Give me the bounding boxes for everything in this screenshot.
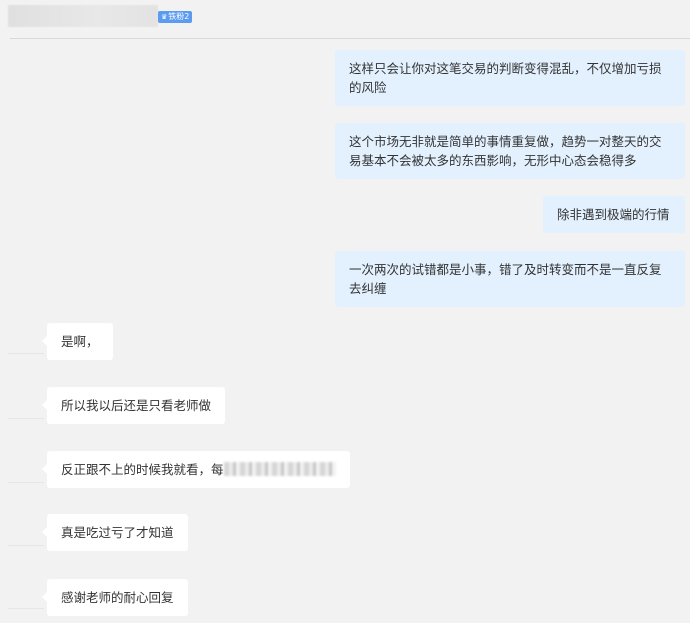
fan-level-badge: ♛ 铁粉2 (158, 11, 193, 23)
chat-header: ♛ 铁粉2 (0, 0, 690, 38)
message-text: 一次两次的试错都是小事，错了及时转变而不是一直反复去纠缠 (349, 262, 662, 296)
message-text: 所以我以后还是只看老师做 (61, 398, 212, 413)
message-text: 是啊， (61, 334, 99, 349)
avatar-placeholder (8, 353, 44, 354)
message-text: 反正跟不上的时候我就看，每 (61, 462, 224, 477)
message-text: 感谢老师的耐心回复 (61, 590, 174, 605)
contact-name-redacted[interactable] (8, 5, 158, 27)
message-bubble-incoming[interactable]: 反正跟不上的时候我就看，每 (42, 451, 350, 488)
avatar-placeholder (8, 545, 44, 546)
avatar-placeholder (8, 482, 44, 483)
message-bubble-outgoing[interactable]: 这个市场无非就是简单的事情重复做，趋势一对整天的交易基本不会被太多的东西影响，无… (335, 123, 685, 179)
message-text: 这个市场无非就是简单的事情重复做，趋势一对整天的交易基本不会被太多的东西影响，无… (349, 134, 662, 168)
message-bubble-incoming[interactable]: 感谢老师的耐心回复 (42, 579, 188, 616)
message-text: 这样只会让你对这笔交易的判断变得混乱，不仅增加亏损的风险 (349, 61, 662, 95)
badge-label: 铁粉2 (168, 12, 190, 21)
message-bubble-outgoing[interactable]: 一次两次的试错都是小事，错了及时转变而不是一直反复去纠缠 (335, 251, 685, 307)
message-text: 真是吃过亏了才知道 (61, 525, 174, 540)
header-divider (10, 38, 690, 39)
avatar-placeholder (8, 418, 44, 419)
message-bubble-outgoing[interactable]: 这样只会让你对这笔交易的判断变得混乱，不仅增加亏损的风险 (335, 50, 685, 106)
message-bubble-outgoing[interactable]: 除非遇到极端的行情 (543, 196, 685, 233)
redacted-text (223, 462, 336, 476)
message-text: 除非遇到极端的行情 (557, 207, 670, 222)
crown-icon: ♛ (161, 13, 168, 21)
message-bubble-incoming[interactable]: 是啊， (42, 323, 113, 360)
avatar-placeholder (8, 608, 44, 609)
message-bubble-incoming[interactable]: 真是吃过亏了才知道 (42, 514, 188, 551)
message-bubble-incoming[interactable]: 所以我以后还是只看老师做 (41, 387, 226, 424)
